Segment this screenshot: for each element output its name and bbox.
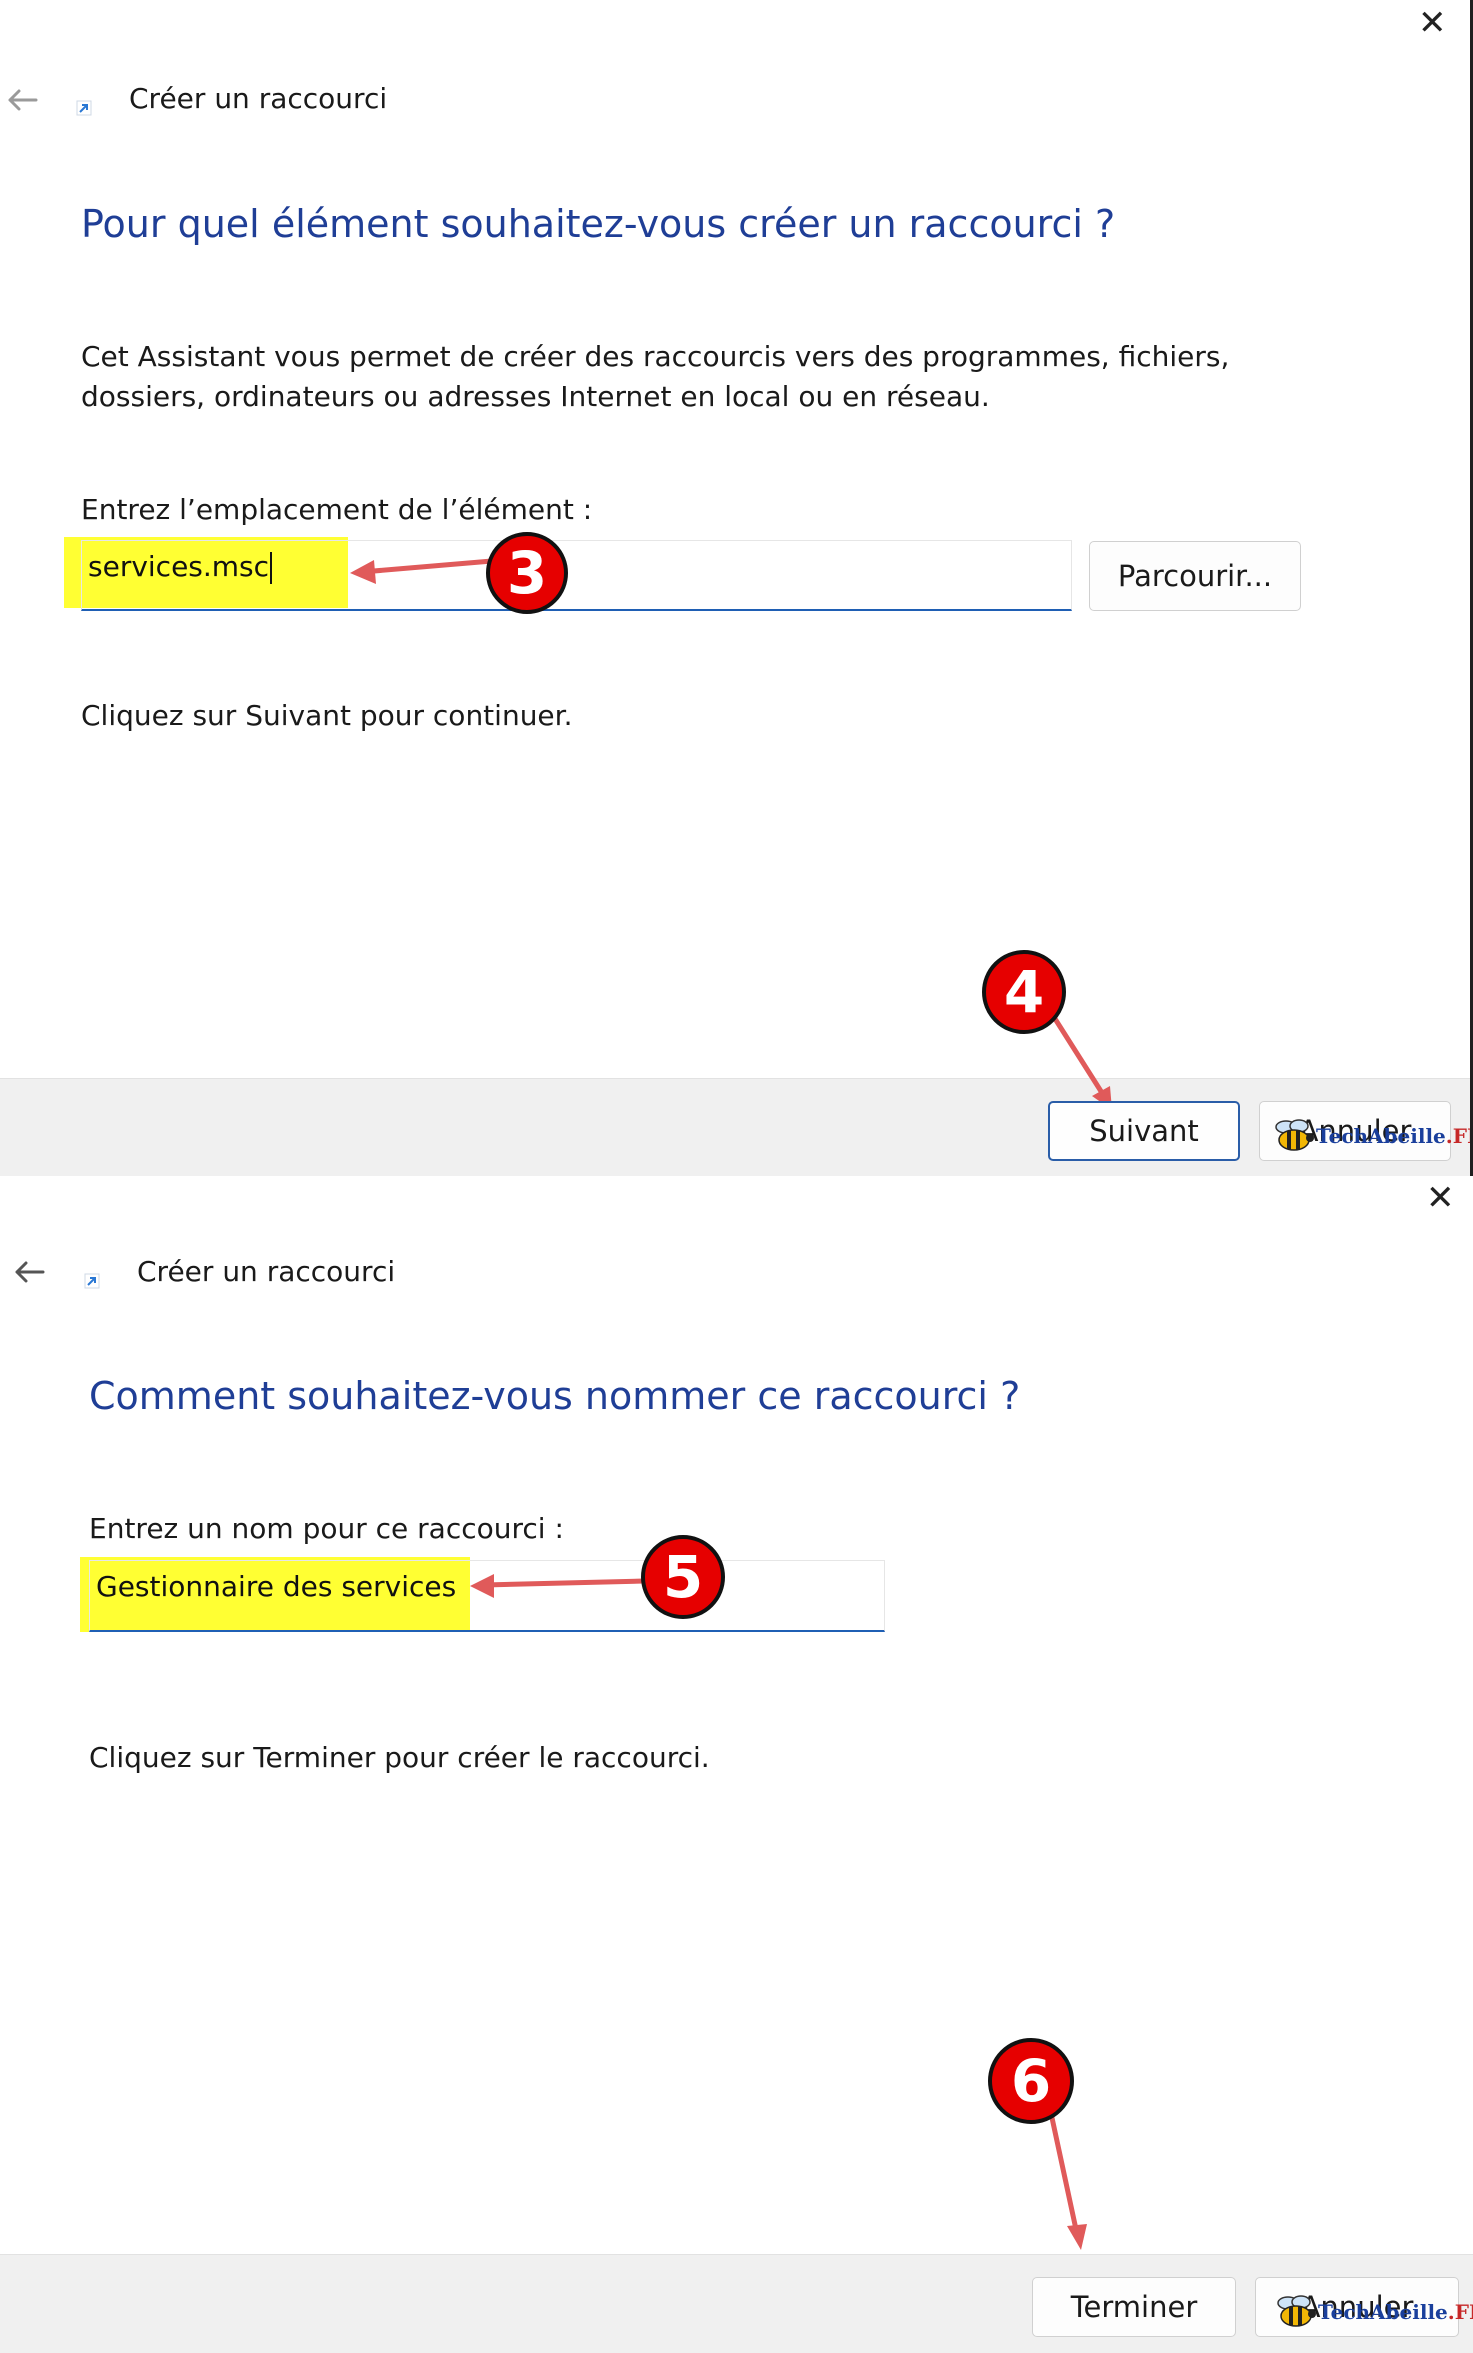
annotation-arrow: [350, 558, 495, 584]
instruction-text: Cliquez sur Terminer pour créer le racco…: [89, 1741, 710, 1774]
button-bar: [0, 1078, 1470, 1176]
page-heading: Comment souhaitez-vous nommer ce raccour…: [89, 1374, 1021, 1418]
step-badge-3: 3: [486, 532, 568, 614]
bee-icon: [1277, 2295, 1316, 2327]
next-button[interactable]: Suivant: [1048, 1101, 1240, 1161]
create-shortcut-dialog-name: ✕ Créer un raccourci Comment souhaitez-v…: [0, 1176, 1473, 2353]
step-badge-4: 4: [982, 950, 1066, 1034]
shortcut-icon: [76, 100, 92, 116]
location-label: Entrez l’emplacement de l’élément :: [81, 493, 593, 526]
page-heading: Pour quel élément souhaitez-vous créer u…: [81, 202, 1116, 246]
button-bar: [0, 2254, 1473, 2353]
close-icon[interactable]: ✕: [1426, 1181, 1455, 1215]
step-badge-6: 6: [988, 2038, 1074, 2124]
watermark-brand: TechAbeille: [1318, 2300, 1448, 2324]
browse-button[interactable]: Parcourir...: [1089, 541, 1301, 611]
description-text: Cet Assistant vous permet de créer des r…: [81, 340, 1230, 413]
window-title: Créer un raccourci: [137, 1255, 396, 1288]
close-icon[interactable]: ✕: [1418, 6, 1447, 40]
window-title: Créer un raccourci: [129, 82, 388, 115]
finish-button[interactable]: Terminer: [1032, 2277, 1236, 2337]
watermark: TechAbeille.FR: [1272, 1118, 1470, 1154]
location-input-value: services.msc: [88, 550, 273, 584]
bee-icon: [1275, 1119, 1314, 1151]
watermark-brand: TechAbeille: [1316, 1124, 1446, 1148]
watermark: TechAbeille.FR: [1274, 2294, 1473, 2330]
step-badge-5: 5: [641, 1535, 725, 1619]
watermark-suffix: .FR: [1445, 1124, 1470, 1148]
back-arrow-icon[interactable]: [6, 88, 38, 112]
back-arrow-icon[interactable]: [13, 1260, 45, 1284]
watermark-suffix: .FR: [1447, 2300, 1473, 2324]
name-label: Entrez un nom pour ce raccourci :: [89, 1512, 564, 1545]
annotation-arrow: [470, 1574, 647, 1598]
instruction-text: Cliquez sur Suivant pour continuer.: [81, 699, 573, 732]
shortcut-name-input-value: Gestionnaire des services: [96, 1570, 457, 1603]
shortcut-icon: [84, 1273, 100, 1289]
create-shortcut-dialog-location: ✕ Créer un raccourci Pour quel élément s…: [0, 0, 1473, 1176]
